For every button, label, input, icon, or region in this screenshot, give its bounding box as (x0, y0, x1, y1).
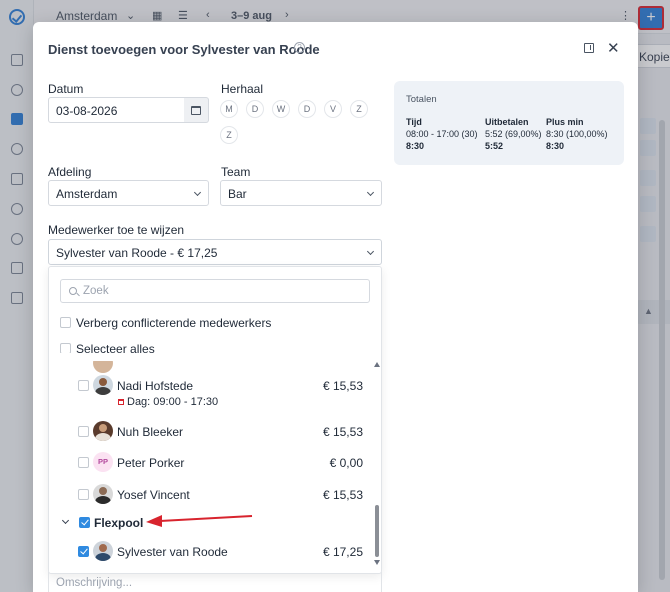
repeat-label: Herhaal (221, 82, 264, 96)
weekday-toggle[interactable]: V (324, 100, 342, 118)
totals-title: Totalen (406, 94, 437, 105)
calendar-conflict-icon (118, 399, 124, 405)
weekday-toggle[interactable]: D (246, 100, 264, 118)
employee-name[interactable]: Peter Porker (117, 456, 184, 470)
weekday-toggle[interactable]: W (272, 100, 290, 118)
employee-rate: € 15,53 (322, 425, 363, 439)
calendar-icon (191, 106, 201, 115)
totals-header: Uitbetalen (485, 117, 529, 127)
search-placeholder: Zoek (83, 285, 109, 297)
search-input[interactable]: Zoek (60, 279, 370, 303)
calendar-button[interactable] (184, 97, 209, 123)
chevron-down-icon (366, 247, 375, 256)
assign-label: Medewerker toe te wijzen (48, 223, 185, 237)
totals-value: 8:30 (406, 141, 425, 151)
hide-conflicts-label[interactable]: Verberg conflicterende medewerkers (76, 316, 271, 330)
employee-name[interactable]: Nadi Hofstede (117, 379, 193, 393)
description-input[interactable]: Omschrijving... (48, 572, 382, 592)
avatar (93, 375, 113, 395)
employee-dropdown: Zoek Verberg conflicterende medewerkers … (48, 266, 382, 574)
avatar (93, 541, 113, 561)
employee-name[interactable]: Nuh Bleeker (117, 425, 183, 439)
totals-value: 5:52 (69,00%) (485, 129, 542, 139)
employee-select[interactable]: Sylvester van Roode - € 17,25 (48, 239, 382, 265)
weekday-toggle[interactable]: M (220, 100, 238, 118)
employee-rate: € 0,00 (329, 456, 363, 470)
employee-select-value: Sylvester van Roode - € 17,25 (56, 246, 218, 260)
close-icon[interactable]: ✕ (607, 39, 620, 57)
employee-rate: € 17,25 (322, 545, 363, 559)
employee-name[interactable]: Sylvester van Roode (117, 545, 228, 559)
date-input[interactable]: 03-08-2026 (48, 97, 185, 123)
team-value: Bar (228, 187, 247, 201)
date-label: Datum (48, 82, 84, 96)
employee-checkbox[interactable] (78, 489, 89, 500)
department-value: Amsterdam (56, 187, 118, 201)
totals-value: 8:30 (100,00%) (546, 129, 608, 139)
weekday-toggle[interactable]: Z (350, 100, 368, 118)
employee-checkbox[interactable] (78, 426, 89, 437)
department-label: Afdeling (48, 165, 92, 179)
shift-conflict: Dag: 09:00 - 17:30 (127, 396, 219, 408)
chevron-down-icon (366, 188, 375, 197)
avatar (93, 421, 113, 441)
weekday-toggle[interactable]: Z (220, 126, 238, 144)
chevron-down-icon (193, 188, 202, 197)
add-shift-modal: Dienst toevoegen voor Sylvester van Rood… (33, 22, 638, 592)
expand-icon[interactable] (584, 43, 594, 53)
totals-header: Tijd (406, 117, 422, 127)
search-icon (69, 287, 77, 295)
employee-checkbox[interactable] (78, 380, 89, 391)
avatar (93, 484, 113, 504)
group-checkbox[interactable] (79, 517, 90, 528)
hide-conflicts-checkbox[interactable] (60, 317, 71, 328)
modal-title: Dienst toevoegen voor Sylvester van Rood… (48, 42, 320, 57)
department-select[interactable]: Amsterdam (48, 180, 209, 206)
group-label[interactable]: Flexpool (94, 516, 143, 530)
scrollbar-thumb[interactable] (375, 505, 379, 557)
scroll-down-icon[interactable] (374, 560, 380, 565)
employee-name[interactable]: Yosef Vincent (117, 488, 190, 502)
chevron-down-icon[interactable] (61, 516, 70, 525)
team-label: Team (221, 165, 251, 179)
employee-checkbox[interactable] (78, 546, 89, 557)
employee-rate: € 15,53 (322, 488, 363, 502)
totals-header: Plus min (546, 117, 584, 127)
avatar: PP (93, 452, 113, 472)
totals-value: 8:30 (546, 141, 565, 151)
team-select[interactable]: Bar (220, 180, 382, 206)
totals-value: 5:52 (485, 141, 504, 151)
employee-checkbox[interactable] (78, 457, 89, 468)
list-mask (49, 353, 369, 361)
weekday-toggle[interactable]: D (298, 100, 316, 118)
totals-panel: Totalen Tijd 08:00 - 17:00 (30) 8:30 Uit… (394, 81, 624, 165)
employee-rate: € 15,53 (322, 379, 363, 393)
totals-value: 08:00 - 17:00 (30) (406, 129, 478, 139)
help-icon[interactable]: ? (294, 42, 305, 53)
scroll-up-icon[interactable] (374, 362, 380, 367)
